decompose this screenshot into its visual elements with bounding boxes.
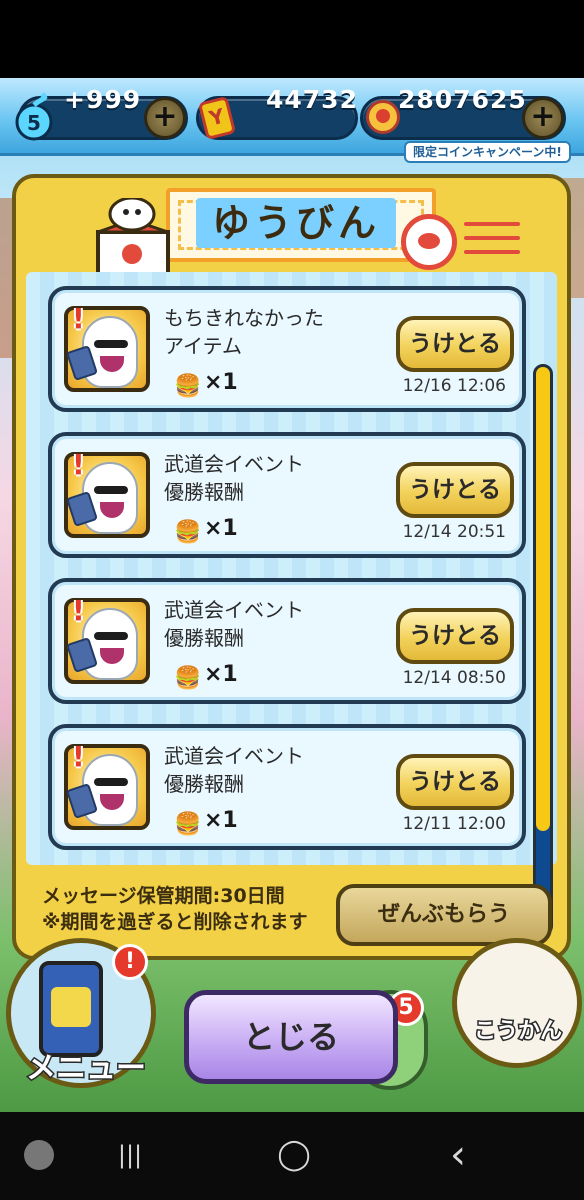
whisper-ghost-icon: ! bbox=[64, 302, 150, 392]
hamburger-icon: 🍔 bbox=[174, 374, 202, 399]
ghost-eyes bbox=[94, 632, 128, 640]
message-date: 12/14 20:51 bbox=[402, 522, 506, 542]
menu-character-face bbox=[51, 987, 91, 1027]
ghost-eyes bbox=[94, 486, 128, 494]
recent-apps-button[interactable]: ||| bbox=[108, 1138, 152, 1172]
spirit-icon: 5 bbox=[15, 92, 53, 141]
spirit-amount: +999 bbox=[64, 85, 142, 114]
ghost-mouth bbox=[100, 502, 124, 518]
message-date: 12/16 12:06 bbox=[402, 376, 506, 396]
add-spirit-button[interactable]: + bbox=[144, 97, 186, 139]
item-quantity: ×1 bbox=[204, 808, 238, 833]
whisper-ghost-icon: ! bbox=[64, 594, 150, 684]
panel-title: ゆうびん bbox=[196, 198, 396, 248]
message-title: 武道会イベント 優勝報酬 bbox=[164, 452, 304, 504]
back-button[interactable]: ‹ bbox=[438, 1135, 478, 1175]
scrollbar-thumb[interactable] bbox=[536, 367, 550, 831]
postmark-wave bbox=[464, 250, 520, 254]
coins-value: 2807625 bbox=[398, 85, 527, 114]
exchange-button[interactable]: こうかん bbox=[452, 938, 582, 1068]
mailbox-character-icon bbox=[96, 198, 170, 278]
hamburger-icon: 🍔 bbox=[174, 520, 202, 545]
status-bar bbox=[0, 0, 584, 78]
storage-period: メッセージ保管期間:30日間 bbox=[42, 885, 285, 907]
whisper-ghost-icon: ! bbox=[64, 448, 150, 538]
ghost-mouth bbox=[100, 648, 124, 664]
ghost-eyes bbox=[94, 778, 128, 786]
message-list[interactable]: ! もちきれなかった アイテム 🍔 ×1 うけとる 12/16 12:06 ! bbox=[26, 272, 557, 865]
postmark-wave bbox=[464, 236, 520, 240]
receive-button[interactable]: うけとる bbox=[396, 462, 514, 518]
exchange-label: こうかん bbox=[472, 1018, 563, 1046]
spirit-count: 5 bbox=[27, 111, 41, 135]
new-alert-icon: ! bbox=[72, 594, 85, 627]
ghost-eyes bbox=[94, 340, 128, 348]
deletion-warning: ※期間を過ぎると削除されます bbox=[42, 911, 308, 933]
campaign-badge[interactable]: 限定コインキャンペーン中! bbox=[404, 141, 571, 163]
message-date: 12/14 08:50 bbox=[402, 668, 506, 688]
title-banner: ゆうびん bbox=[166, 188, 436, 262]
add-coins-button[interactable]: + bbox=[522, 97, 564, 139]
message-title: 武道会イベント 優勝報酬 bbox=[164, 598, 304, 650]
ghost-mouth bbox=[100, 356, 124, 372]
mail-panel: ゆうびん ! もちきれなかった アイテム 🍔 ×1 うけとる 12/16 12:… bbox=[12, 174, 571, 960]
receive-button[interactable]: うけとる bbox=[396, 316, 514, 372]
menu-label: メニュー bbox=[25, 1050, 148, 1088]
postmark-wave bbox=[464, 222, 520, 226]
message-item: ! もちきれなかった アイテム 🍔 ×1 うけとる 12/16 12:06 bbox=[48, 286, 526, 412]
receive-button[interactable]: うけとる bbox=[396, 608, 514, 664]
postmark-icon bbox=[401, 214, 457, 270]
ghost-mouth bbox=[100, 794, 124, 810]
points-value: 44732 bbox=[266, 85, 358, 114]
keyboard-shortcut-icon[interactable] bbox=[24, 1140, 54, 1170]
new-alert-icon: ! bbox=[72, 448, 85, 481]
menu-alert-badge: ! bbox=[112, 944, 148, 980]
coin-icon bbox=[366, 100, 400, 134]
receive-button[interactable]: うけとる bbox=[396, 754, 514, 810]
whisper-ghost-icon: ! bbox=[64, 740, 150, 830]
scrollbar[interactable] bbox=[533, 364, 553, 936]
storage-note: メッセージ保管期間:30日間 ※期間を過ぎると削除されます bbox=[42, 883, 307, 935]
item-quantity: ×1 bbox=[204, 662, 238, 687]
hamburger-icon: 🍔 bbox=[174, 812, 202, 837]
message-date: 12/11 12:00 bbox=[402, 814, 506, 834]
home-button[interactable]: ◯ bbox=[272, 1138, 316, 1172]
message-title: 武道会イベント 優勝報酬 bbox=[164, 744, 304, 796]
message-item: ! 武道会イベント 優勝報酬 🍔 ×1 うけとる 12/14 08:50 bbox=[48, 578, 526, 704]
close-button[interactable]: とじる bbox=[184, 990, 398, 1084]
new-alert-icon: ! bbox=[72, 740, 85, 773]
message-item: ! 武道会イベント 優勝報酬 🍔 ×1 うけとる 12/14 20:51 bbox=[48, 432, 526, 558]
item-quantity: ×1 bbox=[204, 516, 238, 541]
new-alert-icon: ! bbox=[72, 302, 85, 335]
hamburger-icon: 🍔 bbox=[174, 666, 202, 691]
game-screen: 5 +999 + Y 44732 2807625 + 限定コインキャンペーン中!… bbox=[0, 78, 584, 1112]
item-quantity: ×1 bbox=[204, 370, 238, 395]
receive-all-button[interactable]: ぜんぶもらう bbox=[336, 884, 552, 946]
message-title: もちきれなかった アイテム bbox=[164, 306, 324, 358]
message-item: ! 武道会イベント 優勝報酬 🍔 ×1 うけとる 12/11 12:00 bbox=[48, 724, 526, 850]
android-navigation-bar: ||| ◯ ‹ bbox=[0, 1112, 584, 1200]
